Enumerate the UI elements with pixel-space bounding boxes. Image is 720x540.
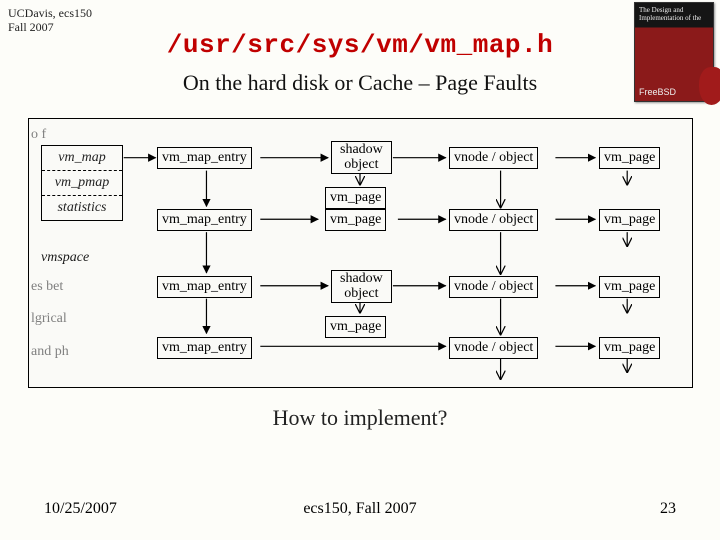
frag-4: and ph [31,344,69,359]
vm-map-diagram: vm_map vm_pmap statistics vmspace o f es… [28,118,693,388]
node-vnode-object-4: vnode / object [449,337,538,359]
node-vm-page-4: vm_page [599,337,660,359]
caption: How to implement? [0,405,720,431]
node-vm-page-mid-3: vm_page [325,316,386,338]
node-vm-page-mid-1: vm_page [325,187,386,209]
node-shadow-object-2: shadowobject [331,270,392,303]
node-vnode-object-3: vnode / object [449,276,538,298]
cell-statistics: statistics [42,195,122,220]
node-vm-map-entry-4: vm_map_entry [157,337,252,359]
vmspace-struct: vm_map vm_pmap statistics [41,145,123,221]
page-subtitle: On the hard disk or Cache – Page Faults [0,70,720,96]
node-vnode-object-2: vnode / object [449,209,538,231]
node-vm-map-entry-1: vm_map_entry [157,147,252,169]
page-title: /usr/src/sys/vm/vm_map.h [0,30,720,60]
book-thumbnail: The Design and Implementation of the Fre… [634,2,714,102]
course-line1: UCDavis, ecs150 [8,6,92,20]
frag-2: es bet [31,279,63,294]
footer-center: ecs150, Fall 2007 [0,500,720,518]
node-vnode-object-1: vnode / object [449,147,538,169]
footer-page: 23 [660,500,676,518]
frag-3: lgrical [31,311,67,326]
vmspace-label: vmspace [41,250,89,266]
node-vm-page-1: vm_page [599,147,660,169]
book-product: FreeBSD [639,87,709,97]
node-vm-map-entry-3: vm_map_entry [157,276,252,298]
node-vm-page-mid-2: vm_page [325,209,386,231]
node-vm-page-2: vm_page [599,209,660,231]
cell-vm-map: vm_map [42,146,122,170]
cell-vm-pmap: vm_pmap [42,170,122,195]
frag-1: o f [31,127,46,142]
book-title: The Design and Implementation of the [635,3,713,26]
node-shadow-object-1: shadowobject [331,141,392,174]
node-vm-page-3: vm_page [599,276,660,298]
node-vm-map-entry-2: vm_map_entry [157,209,252,231]
